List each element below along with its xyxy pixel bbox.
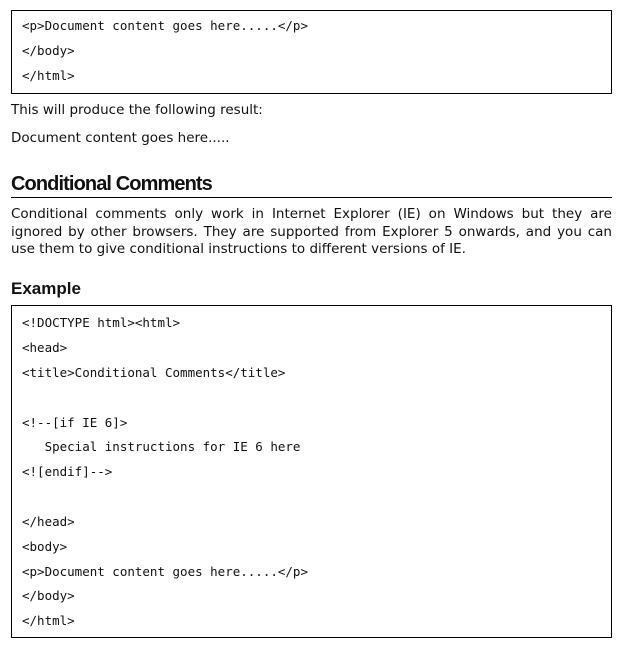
- result-intro-text: This will produce the following result:: [11, 102, 263, 118]
- code-line: <!DOCTYPE html><html>: [22, 315, 181, 330]
- code-line: </body>: [22, 43, 75, 58]
- code-line: </body>: [22, 588, 75, 603]
- section-heading: Conditional Comments: [11, 172, 612, 198]
- code-line: </head>: [22, 514, 75, 529]
- top-code-block: <p>Document content goes here.....</p> <…: [11, 10, 612, 94]
- code-line: </html>: [22, 613, 75, 628]
- result-output-text: Document content goes here.....: [11, 130, 230, 146]
- code-line: <![endif]-->: [22, 464, 113, 479]
- code-line: <!--[if IE 6]>: [22, 415, 128, 430]
- code-line: Special instructions for IE 6 here: [22, 439, 301, 454]
- code-line: <title>Conditional Comments</title>: [22, 365, 286, 380]
- code-line: <p>Document content goes here.....</p>: [22, 564, 308, 579]
- code-line: <head>: [22, 340, 68, 355]
- example-code-block: <!DOCTYPE html><html> <head> <title>Cond…: [11, 305, 612, 638]
- example-heading: Example: [11, 279, 81, 298]
- section-paragraph: Conditional comments only work in Intern…: [11, 206, 612, 257]
- code-line: </html>: [22, 68, 75, 83]
- code-line: <body>: [22, 539, 68, 554]
- code-line: <p>Document content goes here.....</p>: [22, 18, 308, 33]
